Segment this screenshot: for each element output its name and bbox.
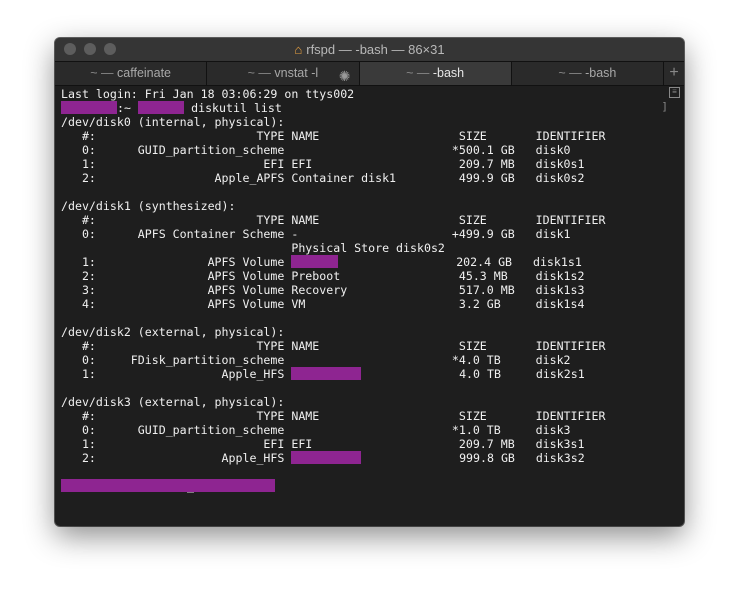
terminal-text: 2: APFS Volume Preboot 45.3 MB disk1s2 <box>61 269 585 283</box>
terminal-text: 3: APFS Volume Recovery 517.0 MB disk1s3 <box>61 283 585 297</box>
terminal-line: 2: Apple_APFS Container disk1 499.9 GB d… <box>61 171 664 185</box>
terminal-line: 4: APFS Volume VM 3.2 GB disk1s4 <box>61 297 664 311</box>
zoom-button[interactable] <box>104 43 116 55</box>
split-pane-icon[interactable]: ≡ <box>669 87 680 98</box>
new-tab-button[interactable]: + <box>664 62 684 85</box>
terminal-text: Last login: Fri Jan 18 03:06:29 on ttys0… <box>61 87 355 101</box>
terminal-text: 0: APFS Container Scheme - +499.9 GB dis… <box>61 227 571 241</box>
tab-bar: ~ — caffeinate ~ — vnstat -l ✺ ~ — -bash ~ —… <box>55 61 684 86</box>
terminal-text: #: TYPE NAME SIZE IDENTIFIER <box>61 129 606 143</box>
terminal-text: 1: Apple_HFS <box>61 367 292 381</box>
terminal-text: 2: Apple_HFS <box>61 451 292 465</box>
terminal-text: 202.4 GB disk1s1 <box>337 255 582 269</box>
terminal-text: 0: FDisk_partition_scheme *4.0 TB disk2 <box>61 353 571 367</box>
redacted-text <box>291 367 362 380</box>
cursor: _ <box>187 479 194 493</box>
tab-prefix: ~ — <box>247 66 271 80</box>
terminal-text: :~ <box>117 101 138 115</box>
terminal-line: #: TYPE NAME SIZE IDENTIFIER <box>61 129 664 143</box>
scrollback-marker: ] <box>661 100 668 113</box>
terminal-line: #: TYPE NAME SIZE IDENTIFIER <box>61 213 664 227</box>
terminal-line: _ <box>61 479 664 493</box>
minimize-button[interactable] <box>84 43 96 55</box>
terminal-text: 999.8 GB disk3s2 <box>361 451 585 465</box>
tab-2[interactable]: ~ — -bash <box>359 62 512 85</box>
terminal-text: 0: GUID_partition_scheme *500.1 GB disk0 <box>61 143 571 157</box>
terminal-line: 1: Apple_HFS 4.0 TB disk2s1 <box>61 367 664 381</box>
terminal-line: :~ diskutil list <box>61 101 664 115</box>
terminal-line: 0: GUID_partition_scheme *1.0 TB disk3 <box>61 423 664 437</box>
redacted-text <box>137 101 185 114</box>
terminal-text: /dev/disk3 (external, physical): <box>61 395 285 409</box>
terminal-line: 0: FDisk_partition_scheme *4.0 TB disk2 <box>61 353 664 367</box>
tab-0[interactable]: ~ — caffeinate <box>55 62 208 85</box>
home-icon: ⌂ <box>294 42 303 57</box>
terminal-line: 0: APFS Container Scheme - +499.9 GB dis… <box>61 227 664 241</box>
terminal-output[interactable]: Last login: Fri Jan 18 03:06:29 on ttys0… <box>61 87 664 493</box>
terminal-text: 1: EFI EFI 209.7 MB disk0s1 <box>61 157 585 171</box>
terminal-line: 1: APFS Volume 202.4 GB disk1s1 <box>61 255 664 269</box>
terminal-text: 4.0 TB disk2s1 <box>361 367 585 381</box>
terminal-line: Last login: Fri Jan 18 03:06:29 on ttys0… <box>61 87 664 101</box>
terminal-line: /dev/disk1 (synthesized): <box>61 199 664 213</box>
terminal-text: 2: Apple_APFS Container disk1 499.9 GB d… <box>61 171 585 185</box>
redacted-text <box>291 451 362 464</box>
terminal-window: ⌂ rfspd — -bash — 86×31 ~ — caffeinate ~ —… <box>55 38 684 526</box>
terminal-text: Physical Store disk0s2 <box>61 241 445 255</box>
terminal-text: #: TYPE NAME SIZE IDENTIFIER <box>61 339 606 353</box>
window-controls <box>64 43 116 55</box>
terminal-line: 3: APFS Volume Recovery 517.0 MB disk1s3 <box>61 283 664 297</box>
terminal-text: #: TYPE NAME SIZE IDENTIFIER <box>61 213 606 227</box>
terminal-line: /dev/disk2 (external, physical): <box>61 325 664 339</box>
terminal-line: 2: Apple_HFS 999.8 GB disk3s2 <box>61 451 664 465</box>
terminal-text: 4: APFS Volume VM 3.2 GB disk1s4 <box>61 297 585 311</box>
window-title: rfspd — -bash — 86×31 <box>306 42 445 57</box>
terminal-text: #: TYPE NAME SIZE IDENTIFIER <box>61 409 606 423</box>
redacted-text <box>291 255 338 268</box>
tab-prefix: ~ — <box>558 66 582 80</box>
terminal-line: /dev/disk3 (external, physical): <box>61 395 664 409</box>
terminal-line: 2: APFS Volume Preboot 45.3 MB disk1s2 <box>61 269 664 283</box>
tab-label: caffeinate <box>117 66 171 80</box>
terminal-text: /dev/disk0 (internal, physical): <box>61 115 285 129</box>
terminal-line: 1: EFI EFI 209.7 MB disk3s1 <box>61 437 664 451</box>
close-button[interactable] <box>64 43 76 55</box>
tab-prefix: ~ — <box>90 66 114 80</box>
terminal-line: #: TYPE NAME SIZE IDENTIFIER <box>61 409 664 423</box>
terminal-line: 1: EFI EFI 209.7 MB disk0s1 <box>61 157 664 171</box>
tab-label: vnstat -l <box>274 66 319 80</box>
terminal-text: 1: EFI EFI 209.7 MB disk3s1 <box>61 437 585 451</box>
terminal-line: Physical Store disk0s2 <box>61 241 664 255</box>
tab-label: -bash <box>585 66 617 80</box>
terminal-text: /dev/disk1 (synthesized): <box>61 199 236 213</box>
tab-prefix: ~ — <box>406 66 430 80</box>
terminal-line: /dev/disk0 (internal, physical): <box>61 115 664 129</box>
activity-spinner-icon: ✺ <box>338 68 351 84</box>
title-bar[interactable]: ⌂ rfspd — -bash — 86×31 <box>55 38 684 61</box>
tab-1[interactable]: ~ — vnstat -l ✺ <box>207 62 360 85</box>
redacted-text: _ <box>61 479 275 493</box>
terminal-text: diskutil list <box>184 101 282 115</box>
redacted-text <box>61 101 117 114</box>
terminal-line: 0: GUID_partition_scheme *500.1 GB disk0 <box>61 143 664 157</box>
tab-label: -bash <box>432 66 465 80</box>
terminal-text: 1: APFS Volume <box>61 255 292 269</box>
terminal-text: /dev/disk2 (external, physical): <box>61 325 285 339</box>
terminal-text: 0: GUID_partition_scheme *1.0 TB disk3 <box>61 423 571 437</box>
terminal-line: #: TYPE NAME SIZE IDENTIFIER <box>61 339 664 353</box>
tab-3[interactable]: ~ — -bash <box>512 62 664 85</box>
